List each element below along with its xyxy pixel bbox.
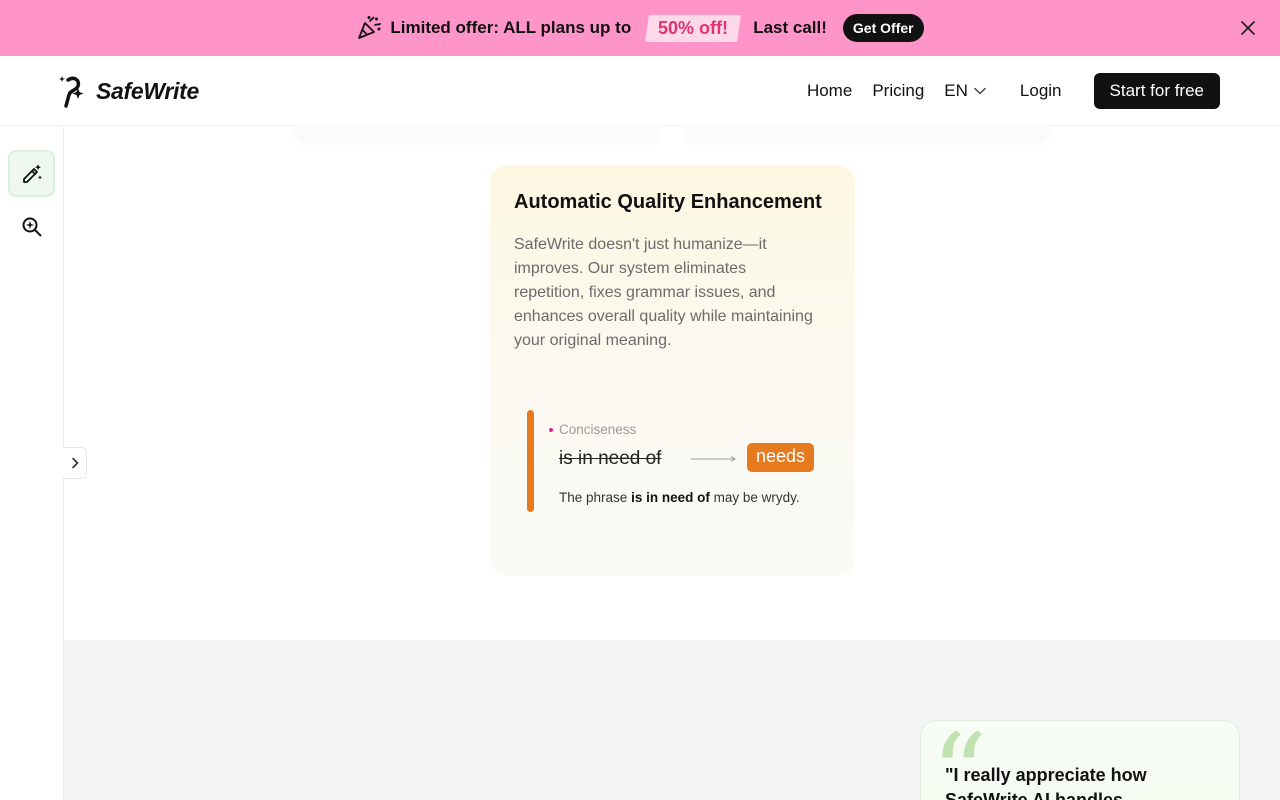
card-above-left: [294, 125, 662, 137]
suggestion-category-label: Conciseness: [559, 422, 637, 437]
testimonial-card: “ "I really appreciate how SafeWrite AI …: [920, 720, 1240, 800]
get-offer-button[interactable]: Get Offer: [842, 14, 924, 42]
feature-card-title: Automatic Quality Enhancement: [514, 191, 822, 213]
sidebar-item-humanizer[interactable]: [8, 150, 55, 197]
main-nav: Home Pricing EN Login Start for free: [807, 73, 1220, 109]
feature-card-description: SafeWrite doesn't just humanize—it impro…: [514, 236, 813, 349]
site-header: SafeWrite Home Pricing EN Login Start fo…: [0, 56, 1280, 126]
start-for-free-button[interactable]: Start for free: [1093, 73, 1220, 109]
close-icon[interactable]: [1238, 18, 1258, 38]
explanation-suffix: may be wrydy.: [713, 490, 800, 505]
suggestion-accent-bar: [527, 410, 534, 512]
original-phrase: is in need of: [559, 448, 662, 469]
feature-card-quality: Automatic Quality Enhancement SafeWrite …: [490, 165, 855, 576]
arrow-right-icon: [691, 456, 736, 462]
suggestion-category: Conciseness: [549, 422, 636, 437]
sparkle-search-icon: [22, 217, 41, 236]
promo-last-call: Last call!: [753, 18, 827, 37]
nav-pricing[interactable]: Pricing: [872, 81, 924, 101]
discount-badge-label: 50% off!: [658, 17, 729, 38]
logo[interactable]: SafeWrite: [56, 74, 199, 108]
suggestion-demo: Conciseness is in need of needs The phra…: [527, 410, 827, 512]
testimonial-text: "I really appreciate how SafeWrite AI ha…: [945, 765, 1147, 800]
sidebar-item-detector[interactable]: [8, 203, 55, 250]
testimonials-section: “ "I really appreciate how SafeWrite AI …: [64, 640, 1280, 800]
promo-text: Limited offer: ALL plans up to: [390, 18, 632, 37]
tool-sidebar: [0, 127, 64, 800]
logo-mark-icon: [56, 74, 90, 108]
nav-home[interactable]: Home: [807, 81, 852, 101]
explanation-prefix: The phrase: [559, 490, 628, 505]
explanation-phrase: is in need of: [631, 490, 710, 505]
replacement-chip: needs: [747, 443, 815, 472]
nav-login[interactable]: Login: [1020, 81, 1062, 101]
language-selector[interactable]: EN: [944, 81, 986, 101]
suggestion-explanation: The phrase is in need of may be wrydy.: [559, 490, 800, 505]
category-dot: [549, 427, 553, 432]
card-above-right: [682, 125, 1050, 137]
main-content: Automatic Quality Enhancement SafeWrite …: [64, 125, 1280, 800]
logo-text: SafeWrite: [96, 77, 199, 104]
magic-pen-icon: [22, 164, 42, 183]
promo-banner: Limited offer: ALL plans up to 50% off! …: [0, 0, 1280, 56]
party-popper-icon: [356, 15, 382, 41]
discount-badge: 50% off!: [645, 14, 742, 42]
promo-content: Limited offer: ALL plans up to 50% off! …: [356, 14, 924, 42]
chevron-down-icon: [974, 87, 986, 95]
language-label: EN: [944, 81, 968, 100]
